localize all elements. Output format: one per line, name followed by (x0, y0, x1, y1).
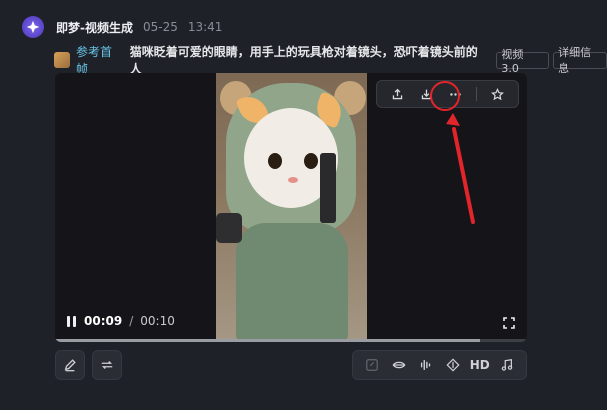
current-time: 00:09 (84, 314, 123, 328)
divider (476, 87, 477, 101)
video-frame[interactable] (216, 73, 367, 339)
progress-fill (55, 339, 480, 342)
video-tools: HD (352, 350, 527, 380)
cat-eye-right (304, 153, 318, 169)
message-date: 05-25 (142, 20, 178, 34)
toy-claw (216, 213, 242, 243)
reference-frame-link[interactable]: 参考首帧 (76, 43, 124, 77)
share-button[interactable] (383, 81, 412, 107)
hd-upscale-tool[interactable]: HD (469, 354, 491, 376)
model-tag: 视频 3.0 (496, 48, 550, 75)
prompt-text: 猫咪眨着可爱的眼睛，用手上的玩具枪对着镜头，恐吓着镜头前的人 (129, 45, 478, 76)
cat-nose (288, 177, 298, 183)
toy-gun (320, 153, 336, 223)
frame-icon (366, 359, 379, 371)
music-tool[interactable] (496, 354, 518, 376)
pause-icon (67, 315, 70, 327)
app-avatar (22, 16, 44, 38)
cat-eye-left (268, 153, 282, 169)
app-name: 即梦-视频生成 (56, 20, 133, 35)
reference-frame-thumbnail[interactable] (54, 52, 70, 68)
lip-sync-tool[interactable] (388, 354, 410, 376)
time-separator: / (129, 314, 134, 328)
favorite-button[interactable] (483, 81, 512, 107)
fullscreen-icon[interactable] (503, 317, 515, 329)
lips-icon (392, 361, 406, 369)
frame-edit-tool[interactable] (361, 354, 383, 376)
audio-wave-tool[interactable] (415, 354, 437, 376)
message-header: 即梦-视频生成 05-25 13:41 (56, 18, 222, 36)
diamond-icon (446, 358, 460, 372)
music-note-icon (501, 359, 512, 371)
playback-controls: 00:09 / 00:10 (67, 314, 175, 328)
waveform-icon (420, 359, 431, 371)
details-button[interactable]: 详细信息 (553, 46, 607, 75)
total-time: 00:10 (140, 314, 175, 328)
share-icon (392, 88, 403, 99)
sparkle-icon (26, 20, 40, 34)
progress-bar[interactable] (55, 339, 527, 342)
repeat-icon (101, 361, 113, 369)
edit-button[interactable] (55, 350, 85, 380)
video-player[interactable]: 00:09 / 00:10 (55, 73, 527, 342)
star-icon (491, 87, 504, 100)
cat-jacket (236, 223, 348, 339)
regenerate-button[interactable] (92, 350, 122, 380)
prompt-row: 参考首帧 猫咪眨着可爱的眼睛，用手上的玩具枪对着镜头，恐吓着镜头前的人 视频 3… (54, 43, 607, 77)
message-time: 13:41 (187, 20, 223, 34)
annotation-circle (430, 81, 460, 111)
pause-button[interactable] (67, 315, 77, 327)
interpolate-tool[interactable] (442, 354, 464, 376)
pencil-icon (64, 359, 76, 372)
